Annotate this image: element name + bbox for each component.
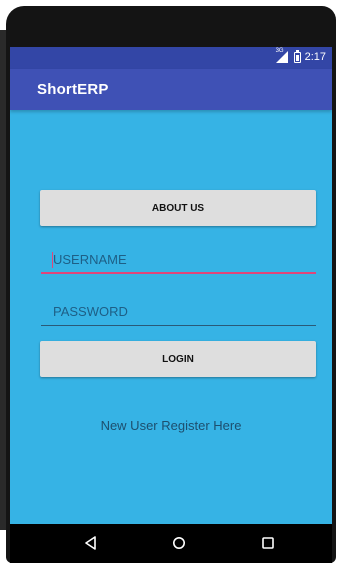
status-icons: 3G 2:17 [275,48,326,63]
password-field[interactable] [41,298,316,326]
login-button[interactable]: LOGIN [40,341,316,377]
back-icon[interactable] [79,532,103,554]
about-us-button[interactable]: ABOUT US [40,190,316,226]
text-cursor [52,252,53,268]
network-type: 3G [275,48,284,54]
username-field[interactable] [41,246,316,274]
register-link[interactable]: New User Register Here [10,418,332,433]
status-time: 2:17 [304,51,326,63]
home-icon[interactable] [167,532,191,554]
app-title: ShortERP [37,81,109,98]
status-bar: 3G 2:17 [10,47,332,69]
phone-side-edge [0,30,6,530]
device-frame: 3G 2:17 ShortERP ABOUT US LOGIN New User… [0,0,337,563]
app-screen: 3G 2:17 ShortERP ABOUT US LOGIN New User… [10,47,332,563]
app-bar: ShortERP [10,69,332,110]
signal-icon: 3G [275,48,290,63]
navigation-bar [10,524,332,563]
recents-icon[interactable] [256,532,280,554]
battery-icon [293,49,301,63]
